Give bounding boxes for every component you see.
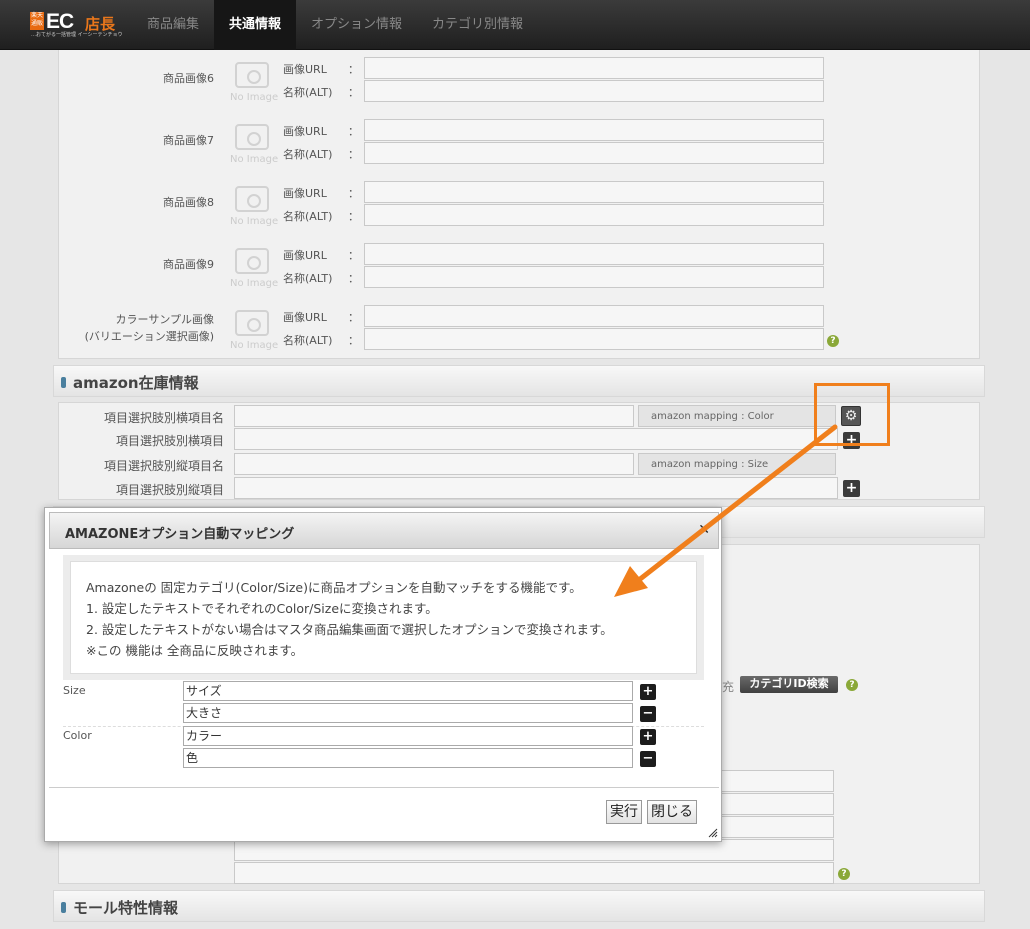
vertical-item-name-input[interactable] — [234, 453, 634, 475]
colon: ： — [348, 272, 359, 285]
partial-text: 充 — [722, 680, 735, 694]
no-image-placeholder: No Image — [225, 302, 279, 352]
size-value-input[interactable]: サイズ — [183, 681, 633, 701]
horizontal-item-name-input[interactable] — [234, 405, 634, 427]
colon: ： — [348, 249, 359, 262]
no-image-text: No Image — [230, 154, 279, 165]
colon: ： — [348, 148, 359, 161]
image-row-label: 商品画像6 — [163, 72, 214, 85]
colon: ： — [348, 125, 359, 138]
logo-mark: 楽天 通販 — [30, 12, 44, 30]
description-line: 2. 設定したテキストがない場合はマスタ商品編集画面で選択したオプションで変換さ… — [86, 622, 613, 637]
mall-section-header: モール特性情報 — [53, 890, 985, 922]
section-title: amazon在庫情報 — [73, 374, 199, 392]
background-input[interactable] — [720, 770, 834, 792]
image-row-label: 商品画像8 — [163, 196, 214, 209]
minus-icon[interactable]: − — [640, 706, 656, 722]
plus-icon[interactable]: + — [640, 684, 656, 700]
size-value-input[interactable]: 大きさ — [183, 703, 633, 723]
image-alt-input[interactable] — [364, 142, 824, 164]
background-input[interactable] — [234, 839, 834, 861]
plus-icon[interactable]: + — [640, 729, 656, 745]
field-label: 項目選択肢別縦項目名 — [103, 459, 224, 473]
add-icon[interactable]: + — [843, 480, 860, 497]
execute-button[interactable]: 実行 — [606, 800, 642, 824]
top-nav-bar: 楽天 通販 EC 店長 …おてがる一括管理 イーシーテンチョウ 商品編集 共通情… — [0, 0, 1030, 50]
section-bullet-icon — [61, 902, 66, 913]
no-image-text: No Image — [230, 278, 279, 289]
no-image-text: No Image — [230, 216, 279, 227]
description-line: ※この 機能は 全商品に反映されます。 — [86, 643, 304, 658]
image-alt-label: 名称(ALT) — [283, 86, 333, 99]
image-url-input[interactable] — [364, 119, 824, 141]
minus-icon[interactable]: − — [640, 751, 656, 767]
no-image-placeholder: No Image — [225, 54, 279, 104]
background-input[interactable] — [720, 793, 834, 815]
camera-icon — [235, 186, 269, 212]
color-value-input[interactable]: カラー — [183, 726, 633, 746]
tab-product-edit[interactable]: 商品編集 — [132, 0, 214, 50]
no-image-placeholder: No Image — [225, 116, 279, 166]
image-row-label: 商品画像9 — [163, 258, 214, 271]
image-url-input[interactable] — [364, 181, 824, 203]
background-input[interactable] — [720, 816, 834, 838]
image-alt-label: 名称(ALT) — [283, 148, 333, 161]
tab-common-info[interactable]: 共通情報 — [214, 0, 297, 50]
help-icon[interactable]: ? — [827, 335, 839, 347]
image-row-label: 商品画像7 — [163, 134, 214, 147]
resize-handle-icon[interactable] — [708, 828, 718, 838]
close-button[interactable]: 閉じる — [647, 800, 697, 824]
help-icon[interactable]: ? — [838, 868, 850, 880]
camera-icon — [235, 124, 269, 150]
colon: ： — [348, 334, 359, 347]
colon: ： — [348, 187, 359, 200]
image-alt-input[interactable] — [364, 80, 824, 102]
image-row-label: カラーサンプル画像 (バリエーション選択画像) — [84, 313, 214, 343]
category-id-search-button[interactable]: カテゴリID検索 — [740, 676, 838, 693]
image-alt-label: 名称(ALT) — [283, 210, 333, 223]
no-image-text: No Image — [230, 92, 279, 103]
main-tabs: 商品編集 共通情報 オプション情報 カテゴリ別情報 — [132, 0, 538, 50]
colon: ： — [348, 210, 359, 223]
no-image-placeholder: No Image — [225, 178, 279, 228]
camera-icon — [235, 62, 269, 88]
image-url-label: 画像URL — [283, 125, 327, 138]
image-url-input[interactable] — [364, 243, 824, 265]
no-image-placeholder: No Image — [225, 240, 279, 290]
image-url-label: 画像URL — [283, 187, 327, 200]
field-label: 項目選択肢別横項目 — [115, 434, 224, 448]
section-title: モール特性情報 — [73, 899, 179, 917]
no-image-text: No Image — [230, 340, 279, 351]
logo-tagline: …おてがる一括管理 イーシーテンチョウ — [31, 32, 123, 38]
image-url-label: 画像URL — [283, 311, 327, 324]
dialog-title: AMAZONEオプション自動マッピング — [65, 527, 295, 542]
image-alt-input[interactable] — [364, 204, 824, 226]
background-input[interactable] — [234, 862, 834, 884]
color-value-input[interactable]: 色 — [183, 748, 633, 768]
image-url-input[interactable] — [364, 305, 824, 327]
section-bullet-icon — [61, 377, 66, 388]
colon: ： — [348, 311, 359, 324]
colon: ： — [348, 86, 359, 99]
image-alt-input[interactable] — [364, 328, 824, 350]
tab-category-info[interactable]: カテゴリ別情報 — [417, 0, 538, 50]
tab-option-info[interactable]: オプション情報 — [296, 0, 417, 50]
option-group-label: Size — [63, 684, 86, 697]
camera-icon — [235, 248, 269, 274]
field-label: 項目選択肢別縦項目 — [115, 483, 224, 497]
image-url-label: 画像URL — [283, 63, 327, 76]
image-url-input[interactable] — [364, 57, 824, 79]
footer-divider — [49, 787, 719, 788]
image-alt-label: 名称(ALT) — [283, 272, 333, 285]
colon: ： — [348, 63, 359, 76]
image-alt-input[interactable] — [364, 266, 824, 288]
camera-icon — [235, 310, 269, 336]
image-url-label: 画像URL — [283, 249, 327, 262]
field-label: 項目選択肢別横項目名 — [103, 411, 224, 425]
ec-tencho-logo[interactable]: 楽天 通販 EC 店長 …おてがる一括管理 イーシーテンチョウ — [30, 10, 123, 38]
help-icon[interactable]: ? — [846, 679, 858, 691]
option-group-label: Color — [63, 729, 92, 742]
arrow-annotation-icon — [614, 424, 838, 597]
image-alt-label: 名称(ALT) — [283, 334, 333, 347]
